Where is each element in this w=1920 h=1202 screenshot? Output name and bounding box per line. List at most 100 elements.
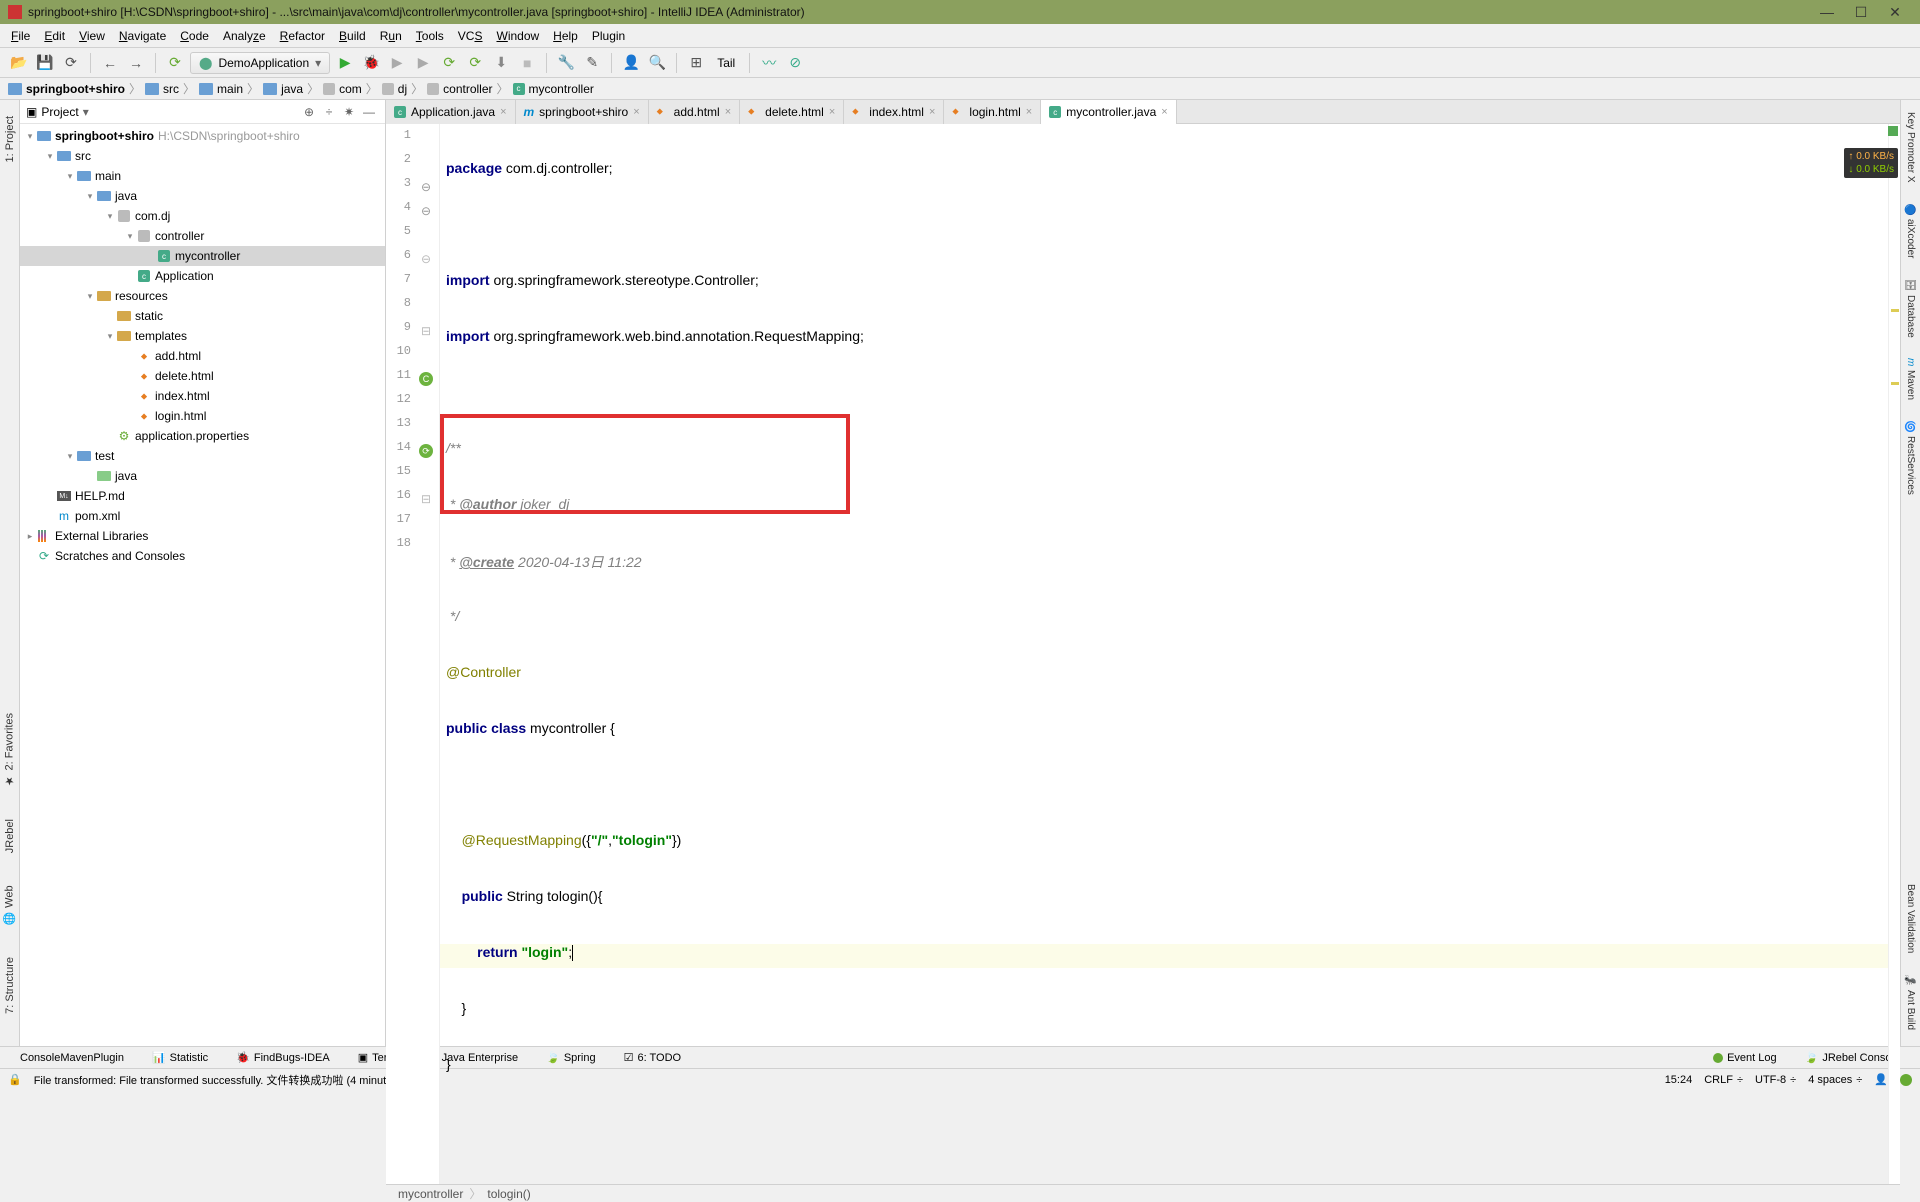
menu-view[interactable]: View: [72, 29, 112, 43]
project-tree[interactable]: ▾springboot+shiroH:\CSDN\springboot+shir…: [20, 124, 385, 1046]
close-icon[interactable]: ×: [1161, 106, 1167, 118]
search-icon[interactable]: 🔍: [646, 52, 668, 74]
settings-icon[interactable]: ✷: [339, 105, 359, 119]
btab-statistic[interactable]: 📊 Statistic: [152, 1051, 208, 1064]
tab-delete[interactable]: ⬥delete.html×: [740, 100, 844, 124]
debug-button[interactable]: 🐞: [360, 52, 382, 74]
tab-favorites[interactable]: ★ 2: Favorites: [2, 707, 17, 793]
tab-antbuild[interactable]: 🐜 Ant Build: [1904, 964, 1917, 1040]
jrebel-run-button[interactable]: ⟳: [438, 52, 460, 74]
tab-mycontroller[interactable]: cmycontroller.java×: [1041, 100, 1176, 124]
tab-jrebel[interactable]: JRebel: [3, 813, 17, 859]
crumb-file[interactable]: mycontroller: [529, 82, 594, 96]
error-stripe[interactable]: [1888, 124, 1900, 1184]
btab-console[interactable]: ConsoleMavenPlugin: [20, 1052, 124, 1064]
status-lock-icon[interactable]: 🔒: [8, 1073, 22, 1086]
collapse-icon[interactable]: ÷: [319, 105, 339, 119]
tab-login[interactable]: ⬥login.html×: [944, 100, 1041, 124]
tab-index[interactable]: ⬥index.html×: [844, 100, 944, 124]
crumb-com[interactable]: com: [339, 82, 362, 96]
menu-vcs[interactable]: VCS: [451, 29, 490, 43]
menu-window[interactable]: Window: [489, 29, 546, 43]
warning-mark[interactable]: [1891, 382, 1899, 385]
warning-mark[interactable]: [1891, 309, 1899, 312]
crumb-dj[interactable]: dj: [398, 82, 407, 96]
refresh-button[interactable]: ⟳: [60, 52, 82, 74]
crumb-method[interactable]: tologin(): [487, 1187, 530, 1201]
tab-aixcoder[interactable]: 🔵 aiXcoder: [1904, 193, 1917, 269]
menu-navigate[interactable]: Navigate: [112, 29, 173, 43]
structure-icon[interactable]: ⊞: [685, 52, 707, 74]
right-tool-strip: Key Promoter X 🔵 aiXcoder 🗄 Database m M…: [1900, 100, 1920, 1046]
attach-button[interactable]: ⬇: [490, 52, 512, 74]
tab-maven[interactable]: m Maven: [1904, 348, 1917, 410]
wrench-icon[interactable]: 🔧: [555, 52, 577, 74]
tab-project[interactable]: 1: Project: [3, 110, 17, 168]
profile-button[interactable]: ▶: [412, 52, 434, 74]
breadcrumb: springboot+shiro 〉 src 〉 main 〉 java 〉 c…: [0, 78, 1920, 100]
close-icon[interactable]: ×: [1026, 106, 1032, 118]
tab-database[interactable]: 🗄 Database: [1904, 268, 1917, 348]
menu-build[interactable]: Build: [332, 29, 373, 43]
folder-icon: [263, 83, 277, 95]
close-icon[interactable]: ×: [633, 106, 639, 118]
crumb-java[interactable]: java: [281, 82, 303, 96]
close-icon[interactable]: ×: [829, 106, 835, 118]
menu-analyze[interactable]: Analyze: [216, 29, 273, 43]
package-icon: [427, 83, 439, 95]
spring-icon[interactable]: C: [419, 372, 433, 386]
crumb-main[interactable]: main: [217, 82, 243, 96]
menu-refactor[interactable]: Refactor: [273, 29, 332, 43]
avatar-icon[interactable]: 👤: [620, 52, 642, 74]
menu-plugin[interactable]: Plugin: [585, 29, 632, 43]
menu-run[interactable]: Run: [373, 29, 409, 43]
minimize-button[interactable]: —: [1810, 0, 1844, 24]
menu-file[interactable]: File: [4, 29, 37, 43]
stop-button[interactable]: ■: [516, 52, 538, 74]
run-button[interactable]: ▶: [334, 52, 356, 74]
tree-file-mycontroller: cmycontroller: [20, 246, 385, 266]
tab-structure[interactable]: 7: Structure: [3, 951, 17, 1020]
menu-code[interactable]: Code: [173, 29, 216, 43]
jrebel-icon[interactable]: ⟳: [164, 52, 186, 74]
close-button[interactable]: ✕: [1878, 0, 1912, 24]
pulse-icon[interactable]: 〰: [758, 52, 780, 74]
crumb-class[interactable]: mycontroller: [398, 1187, 463, 1201]
crumb-controller[interactable]: controller: [443, 82, 492, 96]
maximize-button[interactable]: ☐: [1844, 0, 1878, 24]
btab-findbugs[interactable]: 🐞 FindBugs-IDEA: [236, 1051, 330, 1064]
code-editor[interactable]: package com.dj.controller; import org.sp…: [440, 124, 1888, 1184]
menu-help[interactable]: Help: [546, 29, 585, 43]
hide-icon[interactable]: —: [359, 105, 379, 119]
menu-tools[interactable]: Tools: [409, 29, 451, 43]
save-button[interactable]: 💾: [34, 52, 56, 74]
close-icon[interactable]: ×: [500, 106, 506, 118]
target-icon[interactable]: ⊕: [299, 105, 319, 119]
tab-rest[interactable]: 🌀 RestServices: [1904, 410, 1917, 505]
tail-label[interactable]: Tail: [711, 56, 741, 70]
jrebel-debug-button[interactable]: ⟳: [464, 52, 486, 74]
editor-area: cApplication.java× mspringboot+shiro× ⬥a…: [386, 100, 1900, 1046]
coverage-button[interactable]: ▶: [386, 52, 408, 74]
status-notify-icon[interactable]: [1900, 1074, 1912, 1086]
close-icon[interactable]: ×: [929, 106, 935, 118]
crumb-src[interactable]: src: [163, 82, 179, 96]
tab-add[interactable]: ⬥add.html×: [649, 100, 740, 124]
run-config-selector[interactable]: ⬤ DemoApplication ▾: [190, 52, 330, 74]
crumb-root[interactable]: springboot+shiro: [26, 82, 125, 96]
forward-button[interactable]: →: [125, 52, 147, 74]
back-button[interactable]: ←: [99, 52, 121, 74]
edit-icon[interactable]: ✎: [581, 52, 603, 74]
close-icon[interactable]: ×: [725, 106, 731, 118]
tab-keypromoter[interactable]: Key Promoter X: [1904, 102, 1917, 193]
folder-icon: [8, 83, 22, 95]
tab-beanvalidation[interactable]: Bean Validation: [1904, 874, 1917, 963]
tab-pom[interactable]: mspringboot+shiro×: [516, 100, 649, 124]
editor-body[interactable]: 1 2 3⊖ 4⊖ 5 6⊖ 7 8 9⊟ 10 11C 12 13 14⟳ 1…: [386, 124, 1900, 1184]
open-button[interactable]: 📂: [8, 52, 30, 74]
menu-edit[interactable]: Edit: [37, 29, 72, 43]
tab-application[interactable]: cApplication.java×: [386, 100, 516, 124]
spring-icon[interactable]: ⟳: [419, 444, 433, 458]
no-entry-icon[interactable]: ⊘: [784, 52, 806, 74]
tab-web[interactable]: 🌐 Web: [2, 879, 17, 931]
